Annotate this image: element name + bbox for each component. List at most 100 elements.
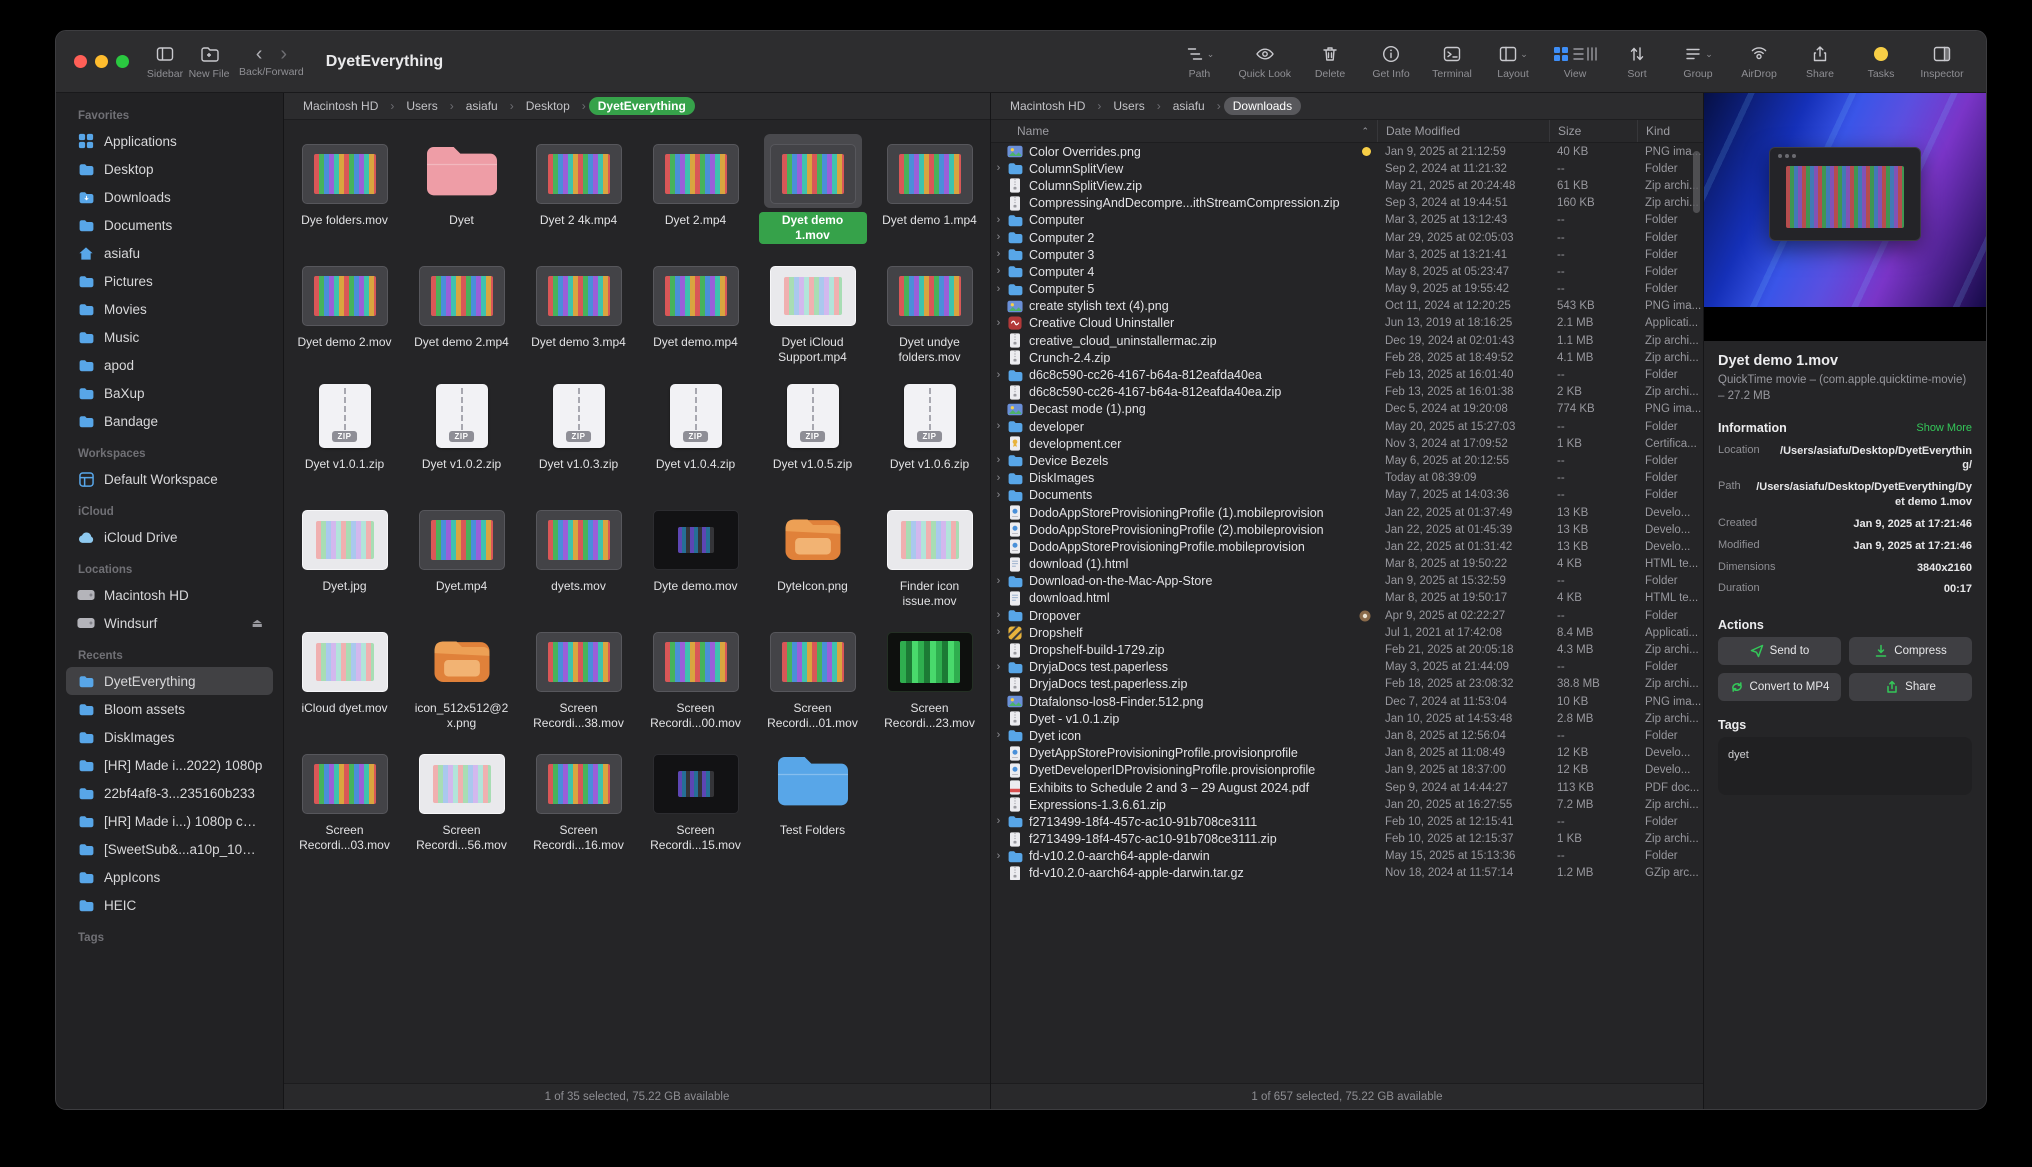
grid-item-screen-recordi-16-mov[interactable]: Screen Recordi...16.mov — [520, 740, 637, 862]
grid-item-dye-folders-mov[interactable]: Dye folders.mov — [286, 130, 403, 252]
file-row-creative-cloud-uninstallermac-zip[interactable]: › creative_cloud_uninstallermac.zip Dec … — [991, 332, 1703, 349]
show-more-link[interactable]: Show More — [1916, 422, 1972, 434]
grid-item-screen-recordi-15-mov[interactable]: Screen Recordi...15.mov — [637, 740, 754, 862]
sidebar-item-asiafu[interactable]: asiafu — [66, 239, 273, 267]
grid-item-screen-recordi-03-mov[interactable]: Screen Recordi...03.mov — [286, 740, 403, 862]
toolbar-sort-button[interactable]: Sort — [1615, 43, 1659, 80]
grid-item-screen-recordi-38-mov[interactable]: Screen Recordi...38.mov — [520, 618, 637, 740]
file-row-color-overrides-png[interactable]: › Color Overrides.png Jan 9, 2025 at 21:… — [991, 143, 1703, 160]
grid-item-dyet-demo-3-mp4[interactable]: Dyet demo 3.mp4 — [520, 252, 637, 374]
breadcrumb-macintosh-hd[interactable]: Macintosh HD — [1001, 97, 1094, 115]
file-row-decast-mode-1-png[interactable]: › Decast mode (1).png Dec 5, 2024 at 19:… — [991, 401, 1703, 418]
file-row-download-1-html[interactable]: › download (1).html Mar 8, 2025 at 19:50… — [991, 556, 1703, 573]
sidebar-item-heic[interactable]: HEIC — [66, 891, 273, 919]
grid-item-dyet-2-4k-mp4[interactable]: Dyet 2 4k.mp4 — [520, 130, 637, 252]
grid-item-dyet-icloud-support-mp4[interactable]: Dyet iCloud Support.mp4 — [754, 252, 871, 374]
sidebar-item-sweetsub-a10p-1080p[interactable]: [SweetSub&...a10p_1080p] — [66, 835, 273, 863]
toolbar-share-button[interactable]: Share — [1798, 43, 1842, 80]
file-row-development-cer[interactable]: › development.cer Nov 3, 2024 at 17:09:5… — [991, 435, 1703, 452]
tags-input-area[interactable]: dyet — [1718, 737, 1972, 795]
file-row-dyet-v1-0-1-zip[interactable]: › Dyet - v1.0.1.zip Jan 10, 2025 at 14:5… — [991, 710, 1703, 727]
grid-item-dyet-demo-2-mp4[interactable]: Dyet demo 2.mp4 — [403, 252, 520, 374]
file-row-dropshelf-build-1729-zip[interactable]: › Dropshelf-build-1729.zip Feb 21, 2025 … — [991, 641, 1703, 658]
grid-item-dyet[interactable]: Dyet — [403, 130, 520, 252]
forward-button[interactable]: › — [280, 45, 287, 65]
disclosure-chevron-icon[interactable]: › — [991, 284, 1006, 295]
sidebar-item-macintosh-hd[interactable]: Macintosh HD — [66, 581, 273, 609]
file-row-dropover[interactable]: › Dropover Apr 9, 2025 at 02:22:27 -- Fo… — [991, 607, 1703, 624]
disclosure-chevron-icon[interactable]: › — [991, 163, 1006, 174]
file-row-dropshelf[interactable]: › Dropshelf Jul 1, 2021 at 17:42:08 8.4 … — [991, 624, 1703, 641]
file-row-download-html[interactable]: › download.html Mar 8, 2025 at 19:50:17 … — [991, 590, 1703, 607]
sidebar-item-music[interactable]: Music — [66, 323, 273, 351]
toolbar-quick-look-button[interactable]: Quick Look — [1238, 43, 1291, 80]
breadcrumb-users[interactable]: Users — [397, 97, 446, 115]
toolbar-tasks-button[interactable]: Tasks — [1859, 43, 1903, 80]
sidebar-item-documents[interactable]: Documents — [66, 211, 273, 239]
share-button[interactable]: Share — [1849, 673, 1972, 701]
file-row-documents[interactable]: › Documents May 7, 2025 at 14:03:36 -- F… — [991, 487, 1703, 504]
sidebar-item-appicons[interactable]: AppIcons — [66, 863, 273, 891]
disclosure-chevron-icon[interactable]: › — [991, 473, 1006, 484]
toolbar-group-button[interactable]: ⌄ Group — [1676, 43, 1720, 80]
file-row-dyetdeveloperidprovisioningprofile-provisionprofile[interactable]: › DyetDeveloperIDProvisioningProfile.pro… — [991, 762, 1703, 779]
grid-item-dyteicon-png[interactable]: DyteIcon.png — [754, 496, 871, 618]
file-row-dryjadocs-test-paperless[interactable]: › DryjaDocs test.paperless May 3, 2025 a… — [991, 659, 1703, 676]
column-header-size[interactable]: Size — [1549, 120, 1637, 142]
toolbar-terminal-button[interactable]: Terminal — [1430, 43, 1474, 80]
breadcrumb-macintosh-hd[interactable]: Macintosh HD — [294, 97, 387, 115]
grid-item-dyet-jpg[interactable]: Dyet.jpg — [286, 496, 403, 618]
toolbar-get-info-button[interactable]: Get Info — [1369, 43, 1413, 80]
new-file-button[interactable]: New File — [187, 43, 231, 80]
file-row-dryjadocs-test-paperless-zip[interactable]: › DryjaDocs test.paperless.zip Feb 18, 2… — [991, 676, 1703, 693]
file-row-d6c8c590-cc26-4167-b64a-812eafda40ea[interactable]: › d6c8c590-cc26-4167-b64a-812eafda40ea F… — [991, 366, 1703, 383]
file-row-exhibits-to-schedule-2-and-3-29-august-2024-pdf[interactable]: › Exhibits to Schedule 2 and 3 – 29 Augu… — [991, 779, 1703, 796]
grid-item-screen-recordi-00-mov[interactable]: Screen Recordi...00.mov — [637, 618, 754, 740]
grid-item-screen-recordi-23-mov[interactable]: Screen Recordi...23.mov — [871, 618, 988, 740]
file-row-computer[interactable]: › Computer Mar 3, 2025 at 13:12:43 -- Fo… — [991, 212, 1703, 229]
grid-item-dyet-mp4[interactable]: Dyet.mp4 — [403, 496, 520, 618]
file-row-diskimages[interactable]: › DiskImages Today at 08:39:09 -- Folder — [991, 470, 1703, 487]
disclosure-chevron-icon[interactable]: › — [991, 610, 1006, 621]
sidebar-item-movies[interactable]: Movies — [66, 295, 273, 323]
breadcrumb-users[interactable]: Users — [1104, 97, 1153, 115]
file-row-dodoappstoreprovisioningprofile-2-mobileprovision[interactable]: › DodoAppStoreProvisioningProfile (2).mo… — [991, 521, 1703, 538]
disclosure-chevron-icon[interactable]: › — [991, 249, 1006, 260]
file-row-d6c8c590-cc26-4167-b64a-812eafda40ea-zip[interactable]: › d6c8c590-cc26-4167-b64a-812eafda40ea.z… — [991, 384, 1703, 401]
grid-item-screen-recordi-01-mov[interactable]: Screen Recordi...01.mov — [754, 618, 871, 740]
disclosure-chevron-icon[interactable]: › — [991, 576, 1006, 587]
file-row-crunch-2-4-zip[interactable]: › Crunch-2.4.zip Feb 28, 2025 at 18:49:5… — [991, 349, 1703, 366]
disclosure-chevron-icon[interactable]: › — [991, 662, 1006, 673]
file-row-f2713499-18f4-457c-ac10-91b708ce3111-zip[interactable]: › f2713499-18f4-457c-ac10-91b708ce3111.z… — [991, 831, 1703, 848]
grid-item-dyet-demo-2-mov[interactable]: Dyet demo 2.mov — [286, 252, 403, 374]
disclosure-chevron-icon[interactable]: › — [991, 851, 1006, 862]
file-row-create-stylish-text-4-png[interactable]: › create stylish text (4).png Oct 11, 20… — [991, 298, 1703, 315]
column-header-kind[interactable]: Kind — [1637, 120, 1703, 142]
file-row-fd-v10-2-0-aarch64-apple-darwin[interactable]: › fd-v10.2.0-aarch64-apple-darwin May 15… — [991, 848, 1703, 865]
toolbar-view-button[interactable]: View — [1552, 43, 1598, 80]
file-row-dtafalonso-los8-finder-512-png[interactable]: › Dtafalonso-los8-Finder.512.png Dec 7, … — [991, 693, 1703, 710]
grid-item-dyet-v1-0-4-zip[interactable]: ZIP Dyet v1.0.4.zip — [637, 374, 754, 496]
grid-item-dyet-demo-1-mov[interactable]: Dyet demo 1.mov — [754, 130, 871, 252]
grid-item-dyte-demo-mov[interactable]: Dyte demo.mov — [637, 496, 754, 618]
file-row-device-bezels[interactable]: › Device Bezels May 6, 2025 at 20:12:55 … — [991, 452, 1703, 469]
file-row-f2713499-18f4-457c-ac10-91b708ce3111[interactable]: › f2713499-18f4-457c-ac10-91b708ce3111 F… — [991, 813, 1703, 830]
sidebar-item-applications[interactable]: Applications — [66, 127, 273, 155]
sidebar-item-dyeteverything[interactable]: DyetEverything — [66, 667, 273, 695]
sidebar-toggle-button[interactable]: Sidebar — [143, 43, 187, 80]
video-preview-thumbnail[interactable] — [1704, 93, 1986, 307]
eject-icon[interactable]: ⏏ — [252, 616, 263, 630]
disclosure-chevron-icon[interactable]: › — [991, 421, 1006, 432]
grid-item-dyet-v1-0-2-zip[interactable]: ZIP Dyet v1.0.2.zip — [403, 374, 520, 496]
sidebar-item-bloom-assets[interactable]: Bloom assets — [66, 695, 273, 723]
disclosure-chevron-icon[interactable]: › — [991, 816, 1006, 827]
tag-dyet[interactable]: dyet — [1728, 749, 1749, 761]
grid-item-dyet-demo-mp4[interactable]: Dyet demo.mp4 — [637, 252, 754, 374]
sidebar-item-bandage[interactable]: Bandage — [66, 407, 273, 435]
breadcrumb-asiafu[interactable]: asiafu — [457, 97, 507, 115]
file-row-dodoappstoreprovisioningprofile-1-mobileprovision[interactable]: › DodoAppStoreProvisioningProfile (1).mo… — [991, 504, 1703, 521]
grid-item-finder-icon-issue-mov[interactable]: Finder icon issue.mov — [871, 496, 988, 618]
disclosure-chevron-icon[interactable]: › — [991, 730, 1006, 741]
breadcrumb-downloads[interactable]: Downloads — [1224, 97, 1301, 115]
minimize-button[interactable] — [95, 55, 108, 68]
